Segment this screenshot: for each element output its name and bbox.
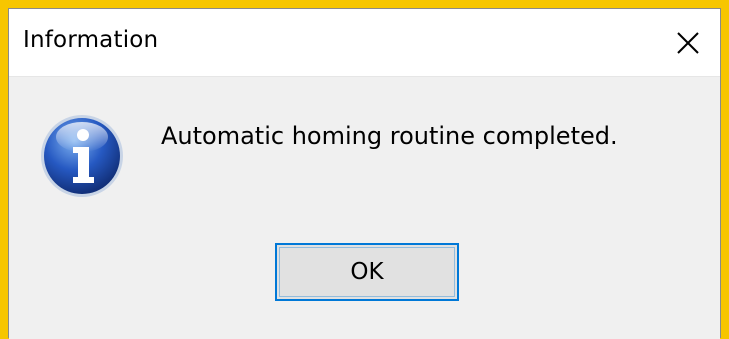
ok-button-label: OK	[350, 259, 384, 285]
information-icon	[41, 115, 123, 197]
dialog-title: Information	[23, 27, 159, 53]
information-dialog: Information Automatic homing routine com…	[8, 8, 721, 339]
title-bar: Information	[9, 9, 720, 77]
dialog-message: Automatic homing routine completed.	[161, 122, 618, 150]
close-button[interactable]	[666, 21, 710, 65]
dialog-content: Automatic homing routine completed. OK	[9, 77, 720, 339]
close-icon	[677, 32, 699, 54]
ok-button[interactable]: OK	[275, 243, 459, 301]
